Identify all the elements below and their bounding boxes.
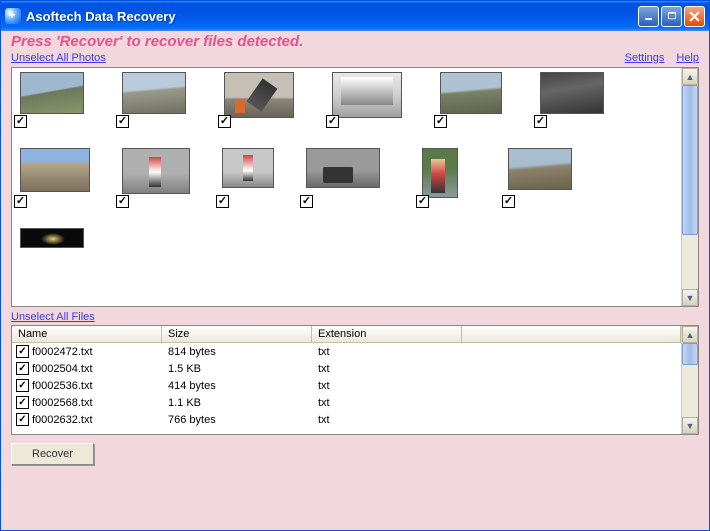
file-size: 1.5 KB <box>162 363 312 375</box>
file-checkbox[interactable] <box>16 362 29 375</box>
photo-thumb[interactable] <box>122 148 190 198</box>
photo-checkbox[interactable] <box>326 115 339 128</box>
maximize-button[interactable] <box>661 6 682 27</box>
file-extension: txt <box>312 414 462 426</box>
photo-checkbox[interactable] <box>216 195 229 208</box>
column-name[interactable]: Name <box>12 326 162 342</box>
table-row[interactable]: f0002568.txt 1.1 KBtxt <box>12 394 681 411</box>
photo-checkbox[interactable] <box>218 115 231 128</box>
photo-thumb[interactable] <box>422 148 458 198</box>
unselect-all-files-link[interactable]: Unselect All Files <box>11 311 95 323</box>
instruction-text: Press 'Recover' to recover files detecte… <box>11 31 699 51</box>
photo-thumb[interactable] <box>332 72 402 118</box>
files-panel: Name Size Extension f0002472.txt 814 byte… <box>11 325 699 435</box>
photo-thumb[interactable] <box>306 148 380 198</box>
photos-panel: ▲ ▼ <box>11 67 699 307</box>
photo-checkbox[interactable] <box>116 195 129 208</box>
scroll-thumb[interactable] <box>682 85 698 235</box>
scroll-thumb[interactable] <box>682 343 698 365</box>
photo-checkbox[interactable] <box>502 195 515 208</box>
file-name: f0002632.txt <box>32 414 93 426</box>
column-blank <box>462 326 681 342</box>
scroll-down-icon[interactable]: ▼ <box>682 417 698 434</box>
column-extension[interactable]: Extension <box>312 326 462 342</box>
table-row[interactable]: f0002632.txt 766 bytestxt <box>12 411 681 428</box>
photo-thumb[interactable] <box>540 72 604 118</box>
file-size: 766 bytes <box>162 414 312 426</box>
file-extension: txt <box>312 346 462 358</box>
close-button[interactable] <box>684 6 705 27</box>
files-table-header: Name Size Extension <box>12 326 681 343</box>
photo-checkbox[interactable] <box>116 115 129 128</box>
settings-link[interactable]: Settings <box>625 52 665 64</box>
file-name: f0002536.txt <box>32 380 93 392</box>
titlebar[interactable]: Asoftech Data Recovery <box>1 1 709 31</box>
photo-checkbox[interactable] <box>14 115 27 128</box>
photo-thumb[interactable] <box>222 148 274 198</box>
file-name: f0002568.txt <box>32 397 93 409</box>
photo-checkbox[interactable] <box>434 115 447 128</box>
photos-scrollbar[interactable]: ▲ ▼ <box>681 68 698 306</box>
window-title: Asoftech Data Recovery <box>26 9 638 24</box>
photo-thumb[interactable] <box>20 72 84 118</box>
table-row[interactable]: f0002536.txt 414 bytestxt <box>12 377 681 394</box>
app-icon <box>5 8 21 24</box>
photo-checkbox[interactable] <box>300 195 313 208</box>
recover-button[interactable]: Recover <box>11 443 94 465</box>
scroll-up-icon[interactable]: ▲ <box>682 68 698 85</box>
files-scrollbar[interactable]: ▲ ▼ <box>681 326 698 434</box>
file-checkbox[interactable] <box>16 379 29 392</box>
column-size[interactable]: Size <box>162 326 312 342</box>
scroll-up-icon[interactable]: ▲ <box>682 326 698 343</box>
file-name: f0002472.txt <box>32 346 93 358</box>
table-row[interactable]: f0002472.txt 814 bytestxt <box>12 343 681 360</box>
table-row[interactable]: f0002504.txt 1.5 KBtxt <box>12 360 681 377</box>
photo-thumb[interactable] <box>122 72 186 118</box>
photo-thumb[interactable] <box>224 72 294 118</box>
file-checkbox[interactable] <box>16 345 29 358</box>
help-link[interactable]: Help <box>676 52 699 64</box>
photo-checkbox[interactable] <box>416 195 429 208</box>
photo-thumb[interactable] <box>508 148 572 198</box>
file-size: 814 bytes <box>162 346 312 358</box>
photo-thumb[interactable] <box>440 72 502 118</box>
file-checkbox[interactable] <box>16 413 29 426</box>
photo-thumb[interactable] <box>20 148 90 198</box>
app-window: Asoftech Data Recovery Press 'Recover' t… <box>0 0 710 531</box>
file-name: f0002504.txt <box>32 363 93 375</box>
minimize-button[interactable] <box>638 6 659 27</box>
file-checkbox[interactable] <box>16 396 29 409</box>
photo-checkbox[interactable] <box>534 115 547 128</box>
scroll-down-icon[interactable]: ▼ <box>682 289 698 306</box>
file-extension: txt <box>312 363 462 375</box>
file-extension: txt <box>312 397 462 409</box>
photo-checkbox[interactable] <box>14 195 27 208</box>
photo-thumb[interactable] <box>20 228 84 248</box>
unselect-all-photos-link[interactable]: Unselect All Photos <box>11 52 106 64</box>
file-extension: txt <box>312 380 462 392</box>
file-size: 1.1 KB <box>162 397 312 409</box>
file-size: 414 bytes <box>162 380 312 392</box>
